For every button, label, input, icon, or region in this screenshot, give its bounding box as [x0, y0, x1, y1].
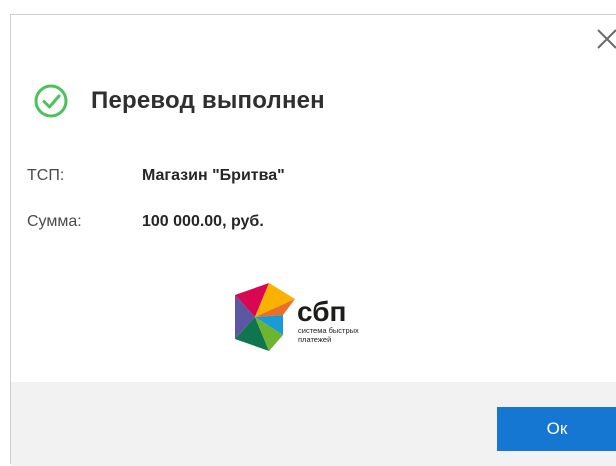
ok-button[interactable]: Ок: [497, 407, 616, 451]
transfer-success-dialog: Перевод выполнен ТСП: Магазин "Бритва" С…: [10, 14, 616, 466]
success-check-icon: [33, 83, 69, 119]
amount-label: Сумма:: [27, 213, 82, 230]
sbp-logo-name: сбп: [297, 296, 346, 327]
close-icon[interactable]: [595, 27, 616, 51]
merchant-label: ТСП:: [27, 167, 65, 184]
sbp-logo-tagline-1: система быстрых: [298, 326, 359, 335]
dialog-title: Перевод выполнен: [91, 87, 325, 114]
title-row: Перевод выполнен: [33, 81, 325, 121]
merchant-value: Магазин "Бритва": [142, 167, 285, 184]
sbp-logo-tagline-2: платежей: [298, 335, 331, 344]
dialog-footer: Ок: [11, 382, 616, 466]
amount-value: 100 000.00, руб.: [142, 213, 264, 230]
sbp-logo: сбп система быстрых платежей: [233, 281, 393, 353]
